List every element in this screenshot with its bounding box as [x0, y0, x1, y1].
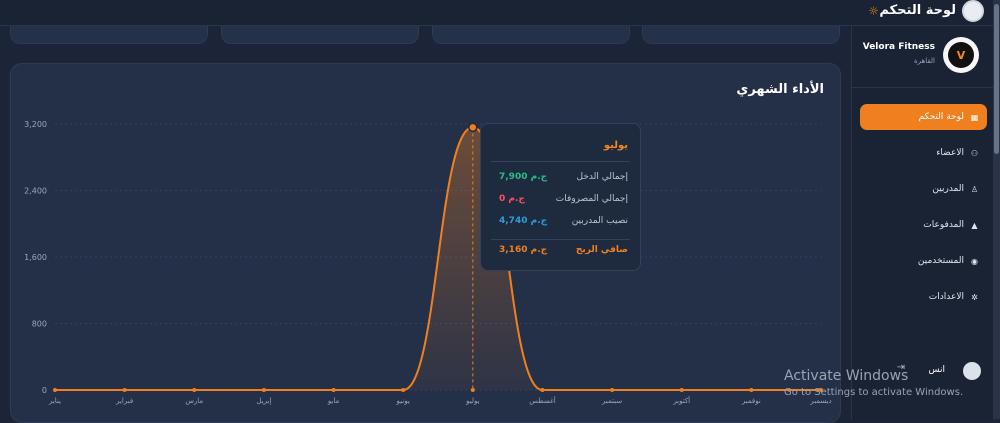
user-shield-icon: ◉: [971, 256, 978, 266]
data-point: [192, 388, 197, 392]
sidebar-item-dashboard[interactable]: لوحة التحكم ▦: [860, 104, 987, 130]
avatar[interactable]: [962, 0, 984, 22]
tooltip-row-net: صافي الربح 3,160 ج.م: [491, 245, 628, 259]
x-tick-label: سبتمبر: [601, 397, 622, 405]
sidebar-item-label: المدربين: [932, 184, 964, 194]
brand-city: القاهرة: [914, 57, 935, 65]
monthly-performance-card: الأداء الشهري 3,200 2,400 1,600 800 0 يناير فب…: [10, 63, 841, 423]
tooltip-row-trainers: نصيب المدربين 4,740 ج.م: [491, 216, 628, 230]
tooltip-value: 3,160 ج.م: [499, 245, 548, 255]
x-tick-label: نوفمبر: [741, 397, 761, 405]
data-point: [610, 388, 615, 392]
users-icon: ⚇: [970, 148, 979, 158]
chart-tooltip: يوليو إجمالي الدخل 7,900 ج.م إجمالي المص…: [480, 123, 641, 271]
data-point: [261, 388, 266, 392]
tooltip-divider: [491, 239, 630, 240]
x-tick-label: يونيو: [396, 397, 410, 405]
y-tick-label: 800: [32, 320, 47, 329]
sidebar-item-label: الاعضاء: [936, 148, 964, 158]
y-tick-label: 3,200: [24, 120, 47, 129]
top-bar: لوحة التحكم ☼: [0, 0, 1000, 26]
x-tick-label: مارس: [185, 397, 203, 405]
x-tick-label: مايو: [327, 397, 340, 405]
x-tick-label: أكتوبر: [672, 396, 690, 405]
avatar: [963, 362, 981, 380]
money-icon: ▲: [971, 220, 978, 230]
sidebar-item-label: المستخدمين: [917, 256, 964, 266]
tooltip-label: صافي الربح: [575, 245, 628, 255]
data-point: [749, 388, 754, 392]
kpi-card: [642, 26, 840, 44]
x-tick-label: يناير: [48, 397, 61, 405]
watermark-subtitle: Go to Settings to activate Windows.: [784, 387, 964, 398]
kpi-card: [10, 26, 208, 44]
tooltip-value: 0 ج.م: [499, 194, 525, 204]
scrollbar-thumb[interactable]: [994, 4, 999, 154]
brand-logo: V: [943, 37, 979, 73]
sidebar-divider: [851, 87, 993, 88]
sun-icon[interactable]: ☼: [868, 4, 879, 18]
scrollbar[interactable]: [993, 0, 1000, 419]
data-point: [122, 388, 127, 392]
tooltip-row-income: إجمالي الدخل 7,900 ج.م: [491, 172, 628, 186]
data-point: [540, 388, 545, 392]
data-point: [679, 388, 684, 392]
y-tick-label: 0: [42, 386, 47, 395]
sidebar-item-label: لوحة التحكم: [918, 112, 964, 122]
logo-letter: V: [948, 42, 974, 68]
sidebar: V Velora Fitness القاهرة لوحة التحكم ▦ ا…: [851, 26, 993, 419]
kpi-cards: [10, 26, 840, 44]
kpi-card: [221, 26, 419, 44]
tooltip-row-expenses: إجمالي المصروفات 0 ج.م: [491, 194, 628, 208]
peak-point: [468, 122, 478, 133]
x-tick-label: إبريل: [256, 397, 271, 405]
tooltip-value: 4,740 ج.م: [499, 216, 548, 226]
brand: V Velora Fitness القاهرة: [853, 37, 983, 83]
x-tick-label: ديسمبر: [809, 397, 831, 405]
gear-icon: ✲: [971, 292, 978, 302]
tooltip-label: نصيب المدربين: [571, 216, 628, 226]
y-tick-label: 2,400: [24, 187, 47, 196]
sidebar-item-members[interactable]: الاعضاء ⚇: [860, 140, 987, 166]
x-tick-label: أغسطس: [529, 396, 556, 405]
kpi-card: [432, 26, 630, 44]
data-point: [470, 388, 475, 392]
grid-icon: ▦: [970, 112, 979, 122]
brand-name: Velora Fitness: [862, 42, 935, 52]
x-tick-label: يوليو: [465, 397, 479, 405]
page-title: لوحة التحكم: [879, 3, 956, 18]
tooltip-month: يوليو: [603, 140, 628, 151]
watermark-title: Activate Windows: [784, 368, 909, 384]
performance-chart: 3,200 2,400 1,600 800 0يناير فبراير مارس إبريل م…: [24, 120, 832, 405]
y-tick-label: 1,600: [24, 253, 47, 262]
sidebar-item-label: المدفوعات: [923, 220, 964, 230]
tooltip-value: 7,900 ج.م: [499, 172, 548, 182]
sidebar-item-label: الاعدادات: [928, 292, 964, 302]
tooltip-label: إجمالي المصروفات: [555, 194, 628, 204]
sidebar-item-settings[interactable]: الاعدادات ✲: [860, 284, 987, 310]
data-point: [331, 388, 336, 392]
sidebar-item-users[interactable]: المستخدمين ◉: [860, 248, 987, 274]
tooltip-label: إجمالي الدخل: [576, 172, 628, 182]
x-tick-label: فبراير: [115, 397, 133, 405]
person-icon: ♙: [970, 184, 979, 194]
sidebar-item-trainers[interactable]: المدربين ♙: [860, 176, 987, 202]
windows-watermark: Activate Windows Go to Settings to activ…: [784, 368, 963, 398]
data-point: [53, 388, 57, 392]
data-point: [401, 388, 406, 392]
tooltip-divider: [491, 161, 630, 162]
sidebar-item-payments[interactable]: المدفوعات ▲: [860, 212, 987, 238]
